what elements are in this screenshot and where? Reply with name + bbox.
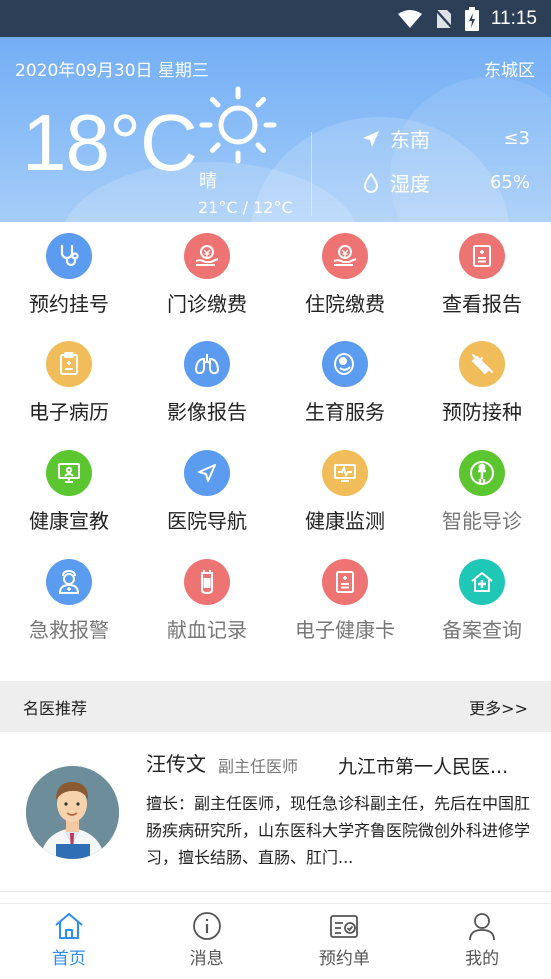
doctor-avatar [26, 766, 119, 859]
user-icon [469, 913, 496, 941]
humidity-value: 65% [489, 172, 530, 193]
service-label: 电子病历 [29, 400, 109, 424]
navigation-icon [184, 450, 230, 496]
wind-level: ≤3 [503, 128, 530, 149]
hospital-icon [459, 559, 505, 605]
temperature-range: 21°C / 12°C [198, 198, 293, 217]
service-emergency-alarm[interactable]: 急救报警 [0, 548, 138, 656]
doctor-hospital: 九江市第一人民医... [338, 756, 509, 778]
service-health-monitoring[interactable]: 健康监测 [276, 439, 414, 547]
service-inpatient-payment[interactable]: 住院缴费 [276, 222, 414, 330]
service-appointment[interactable]: 预约挂号 [0, 222, 138, 330]
service-emr[interactable]: 电子病历 [0, 330, 138, 438]
blood-bag-icon [184, 559, 230, 605]
service-filing-query[interactable]: 备案查询 [413, 548, 551, 656]
payment-hand-icon [322, 233, 368, 279]
service-vaccination[interactable]: 预防接种 [413, 330, 551, 438]
service-smart-guide[interactable]: 智能导诊 [413, 439, 551, 547]
humidity-row: 湿度 65% [360, 168, 530, 197]
health-card-icon [322, 559, 368, 605]
famous-doctors-header: 名医推荐 更多>> [0, 681, 551, 732]
weather-condition: 晴 [199, 171, 217, 192]
service-label: 电子健康卡 [295, 618, 395, 642]
bottom-tab-bar: 首页 消息 预约单 我的 [0, 903, 551, 979]
service-label: 预约挂号 [29, 292, 109, 316]
tab-profile[interactable]: 我的 [413, 904, 551, 979]
tab-messages[interactable]: 消息 [138, 904, 276, 979]
doctor-title: 副主任医师 [218, 757, 299, 776]
service-label: 生育服务 [305, 400, 385, 424]
service-label: 预防接种 [442, 400, 522, 424]
service-label: 影像报告 [167, 400, 247, 424]
info-icon [192, 912, 221, 940]
battery-icon [464, 6, 479, 31]
humidity-label: 湿度 [390, 172, 430, 196]
heartbeat-monitor-icon [322, 450, 368, 496]
service-hospital-navigation[interactable]: 医院导航 [138, 439, 276, 547]
wind-direction: 东南 [390, 128, 430, 152]
tab-home[interactable]: 首页 [0, 904, 138, 979]
tab-label: 预约单 [318, 949, 370, 969]
no-sim-icon [434, 7, 453, 30]
syringe-icon [459, 341, 505, 387]
wifi-icon [397, 9, 422, 28]
person-guide-icon [459, 450, 505, 496]
service-imaging-report[interactable]: 影像报告 [138, 330, 276, 438]
payment-hand-icon [184, 233, 230, 279]
baby-icon [322, 341, 368, 387]
home-icon [55, 913, 83, 939]
service-health-card[interactable]: 电子健康卡 [276, 548, 414, 656]
tab-appointments[interactable]: 预约单 [276, 904, 414, 979]
clipboard-icon [46, 341, 92, 387]
wind-direction-icon [360, 130, 382, 148]
weather-district[interactable]: 东城区 [484, 56, 535, 81]
status-bar: 11:15 [0, 0, 551, 37]
service-label: 健康宣教 [29, 509, 109, 533]
status-time: 11:15 [490, 7, 537, 29]
service-label: 献血记录 [167, 618, 247, 642]
tab-label: 我的 [465, 949, 500, 969]
doctor-description: 擅长：副主任医师，现任急诊科副主任，先后在中国肛肠疾病研究所，山东医科大学齐鲁医… [146, 794, 531, 867]
service-label: 住院缴费 [305, 292, 385, 316]
service-health-education[interactable]: 健康宣教 [0, 439, 138, 547]
appointment-icon [330, 915, 359, 938]
service-outpatient-payment[interactable]: 门诊缴费 [138, 222, 276, 330]
doctor-card[interactable]: 汪传文 副主任医师 九江市第一人民医... 擅长：副主任医师，现任急诊科副主任，… [0, 732, 551, 892]
weather-divider [311, 132, 312, 216]
stethoscope-icon [46, 233, 92, 279]
service-label: 智能导诊 [442, 509, 522, 533]
lungs-icon [184, 341, 230, 387]
doctor-icon [46, 559, 92, 605]
wind-row: 东南 ≤3 [360, 124, 530, 153]
monitor-icon [46, 450, 92, 496]
service-label: 医院导航 [167, 509, 247, 533]
weather-banner: 2020年09月30日 星期三 东城区 18°C 晴 21°C / 12°C 东… [0, 37, 551, 222]
service-label: 查看报告 [442, 292, 522, 316]
service-label: 急救报警 [29, 618, 109, 642]
sun-icon [199, 86, 277, 164]
service-blood-donation[interactable]: 献血记录 [138, 548, 276, 656]
section-title: 名医推荐 [23, 698, 88, 718]
current-temperature: 18°C [22, 98, 198, 187]
humidity-icon [360, 172, 382, 193]
service-view-report[interactable]: 查看报告 [413, 222, 551, 330]
service-label: 健康监测 [305, 509, 385, 533]
weather-date: 2020年09月30日 星期三 [15, 61, 209, 81]
report-icon [459, 233, 505, 279]
service-label: 门诊缴费 [167, 292, 247, 316]
service-label: 备案查询 [442, 618, 522, 642]
doctor-name: 汪传文 [146, 752, 206, 776]
service-maternity[interactable]: 生育服务 [276, 330, 414, 438]
tab-label: 消息 [189, 949, 224, 969]
more-link[interactable]: 更多>> [469, 695, 528, 719]
tab-label: 首页 [51, 949, 86, 969]
